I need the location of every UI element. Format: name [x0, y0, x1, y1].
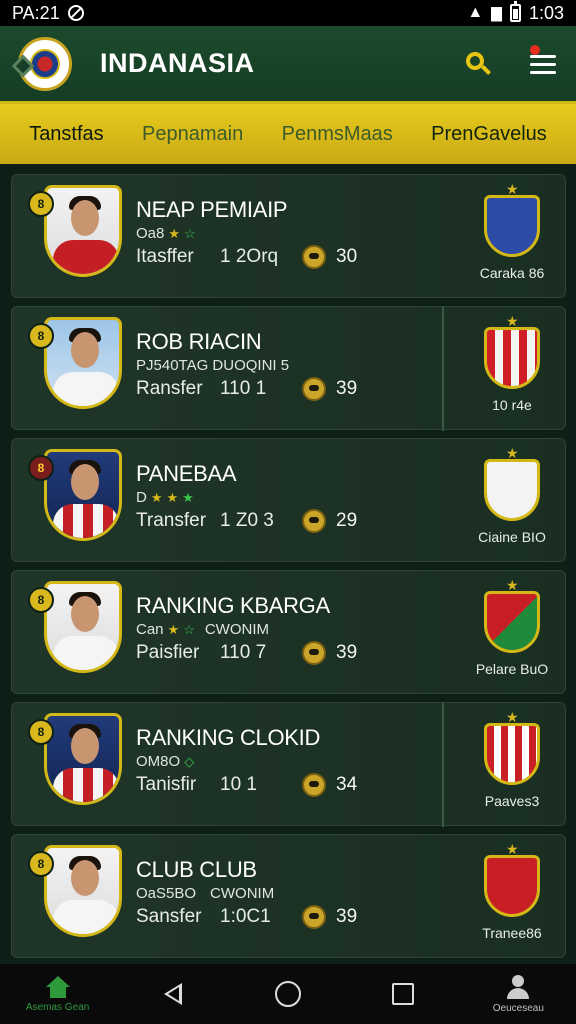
nav-back[interactable] [123, 983, 223, 1005]
star-icon: ★ [166, 489, 179, 505]
notification-dot [530, 44, 540, 55]
player-card[interactable]: 8 RANKING KBARGA Can ★ ☆ CWONIM Paisfier … [11, 570, 566, 694]
status-clock: 1:03 [528, 2, 564, 23]
star-icon: ☆ [183, 621, 195, 637]
nav-profile[interactable]: Oeuceseau [468, 974, 568, 1014]
app-title: INDANASIA [100, 48, 255, 78]
club-name: Ciaine BIO [478, 529, 546, 545]
star-icon: ★ [168, 225, 181, 241]
tab-3[interactable]: PenmsMaas [274, 117, 401, 152]
rank-badge: 8 [28, 455, 54, 481]
rank-badge: 8 [28, 587, 54, 613]
transfer-row: Tanisfir 10 1 34 [136, 773, 358, 797]
player-card[interactable]: 8 ROB RIACIN PJ540TAG DUOQINI 5 Ransfer … [11, 306, 566, 431]
rank-badge: 8 [28, 323, 54, 349]
transfer-row: Sansfer 1:0C1 39 [136, 905, 358, 929]
rank-badge: 8 [28, 719, 54, 745]
status-time: PA:21 [12, 2, 60, 23]
player-avatar [44, 185, 122, 277]
nav-home-button[interactable] [238, 981, 338, 1007]
player-sub: OM8O ◇ [136, 753, 195, 770]
club-name: Paaves3 [484, 793, 540, 809]
star-icon: ★ [167, 621, 180, 637]
club-badge [484, 195, 540, 257]
back-icon [163, 983, 182, 1005]
divider [442, 703, 444, 827]
club-name: Tranee86 [482, 925, 542, 941]
nav-home[interactable]: Asemas Gean [8, 975, 108, 1013]
player-avatar [44, 449, 122, 541]
rank-badge: 8 [28, 191, 54, 217]
home-circle-icon [274, 981, 301, 1007]
app-header: INDANASIA [0, 26, 576, 104]
coin-icon [302, 773, 326, 797]
player-sub: OaS5BO CWONIM [136, 885, 275, 902]
club-badge [484, 591, 540, 653]
coin-icon [302, 509, 326, 533]
player-list: 8 NEAP PEMIAIP Oa8 ★ ☆ Itasffer 1 2Orq 30… [0, 170, 576, 964]
transfer-row: Paisfier 110 7 39 [136, 641, 358, 665]
player-avatar [44, 317, 122, 409]
player-avatar [44, 581, 122, 673]
coin-icon [302, 905, 326, 929]
signal-icon: ▇ [491, 4, 502, 21]
tab-4[interactable]: PrenGavelus [423, 117, 555, 152]
tab-bar: Tanstfas Pepnamain PenmsMaas PrenGavelus [0, 104, 576, 164]
coin-icon [302, 641, 326, 665]
player-name: CLUB CLUB [136, 857, 257, 882]
player-card[interactable]: 8 CLUB CLUB OaS5BO CWONIM Sansfer 1:0C1 … [11, 834, 566, 958]
coin-icon [302, 377, 326, 401]
player-name: RANKING KBARGA [136, 593, 330, 618]
coin-icon [302, 245, 326, 269]
nav-profile-label: Oeuceseau [492, 1002, 544, 1014]
bottom-nav: Asemas Gean Oeuceseau [0, 964, 576, 1024]
player-name: NEAP PEMIAIP [136, 197, 288, 222]
battery-icon [509, 1, 521, 22]
search-icon[interactable] [464, 50, 492, 78]
player-name: PANEBAA [136, 461, 237, 486]
player-sub: Oa8 ★ ☆ [136, 225, 196, 242]
crest-icon [30, 48, 60, 79]
divider [442, 307, 444, 431]
club-badge [484, 855, 540, 917]
home-icon [45, 975, 71, 998]
club-name: Pelare BuO [475, 661, 549, 677]
do-not-disturb-icon [67, 5, 84, 21]
player-card[interactable]: 8 RANKING CLOKID OM8O ◇ Tanisfir 10 1 34… [11, 702, 566, 827]
status-bar: PA:21 ▲ ▇ 1:03 [0, 0, 576, 26]
club-badge [484, 327, 540, 389]
menu-icon[interactable] [528, 44, 558, 77]
transfer-row: Ransfer 110 1 39 [136, 377, 358, 401]
app-logo[interactable] [11, 36, 72, 91]
star-icon: ☆ [184, 225, 196, 241]
player-card[interactable]: 8 NEAP PEMIAIP Oa8 ★ ☆ Itasffer 1 2Orq 30… [11, 174, 566, 298]
player-avatar [44, 713, 122, 805]
star-icon: ★ [182, 489, 194, 505]
player-sub: D ★ ★ ★ [136, 489, 194, 506]
rank-badge: 8 [28, 851, 54, 877]
transfer-row: Transfer 1 Z0 3 29 [136, 509, 358, 533]
profile-icon [505, 974, 531, 999]
star-icon: ◇ [184, 753, 195, 769]
player-avatar [44, 845, 122, 937]
club-name: Caraka 86 [479, 265, 545, 281]
club-badge [484, 723, 540, 785]
recents-icon [392, 983, 415, 1005]
player-sub: Can ★ ☆ CWONIM [136, 621, 269, 638]
nav-home-label: Asemas Gean [25, 1001, 90, 1013]
club-badge [484, 459, 540, 521]
tab-2[interactable]: Pepnamain [134, 117, 251, 152]
wifi-icon: ▲ [467, 4, 484, 21]
player-sub: PJ540TAG DUOQINI 5 [136, 357, 290, 374]
club-name: 10 r4e [492, 397, 532, 413]
nav-recents[interactable] [353, 983, 453, 1005]
player-card[interactable]: 8 PANEBAA D ★ ★ ★ Transfer 1 Z0 3 29 ★ Cia… [11, 438, 566, 562]
player-name: ROB RIACIN [136, 329, 262, 354]
tab-transfers[interactable]: Tanstfas [21, 117, 111, 152]
transfer-row: Itasffer 1 2Orq 30 [136, 245, 358, 269]
player-name: RANKING CLOKID [136, 725, 321, 750]
star-icon: ★ [150, 489, 163, 505]
